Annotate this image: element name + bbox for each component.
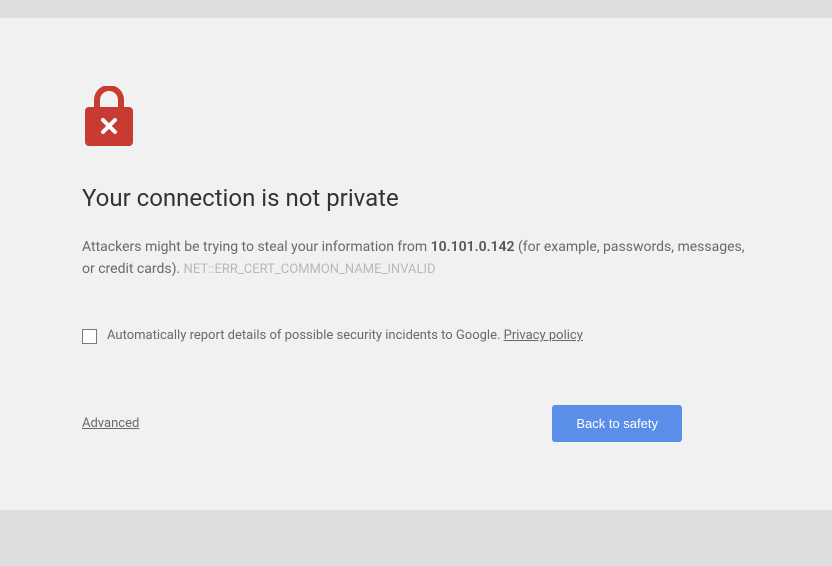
report-checkbox-label: Automatically report details of possible… [107, 327, 583, 345]
host-address: 10.101.0.142 [431, 239, 515, 255]
error-code: NET::ERR_CERT_COMMON_NAME_INVALID [184, 262, 436, 277]
page-title: Your connection is not private [82, 184, 750, 212]
back-to-safety-button[interactable]: Back to safety [552, 405, 682, 442]
checkbox-label-text: Automatically report details of possible… [107, 328, 504, 343]
top-bar [0, 0, 832, 18]
interstitial-content: Your connection is not private Attackers… [0, 18, 832, 442]
report-checkbox[interactable] [82, 329, 97, 344]
privacy-policy-link[interactable]: Privacy policy [504, 328, 583, 343]
report-checkbox-row: Automatically report details of possible… [82, 327, 750, 345]
description-prefix: Attackers might be trying to steal your … [82, 239, 431, 255]
warning-description: Attackers might be trying to steal your … [82, 236, 750, 281]
bottom-bar [0, 510, 832, 566]
lock-warning-icon [82, 86, 136, 146]
advanced-link[interactable]: Advanced [82, 416, 139, 431]
action-row: Advanced Back to safety [82, 405, 682, 442]
